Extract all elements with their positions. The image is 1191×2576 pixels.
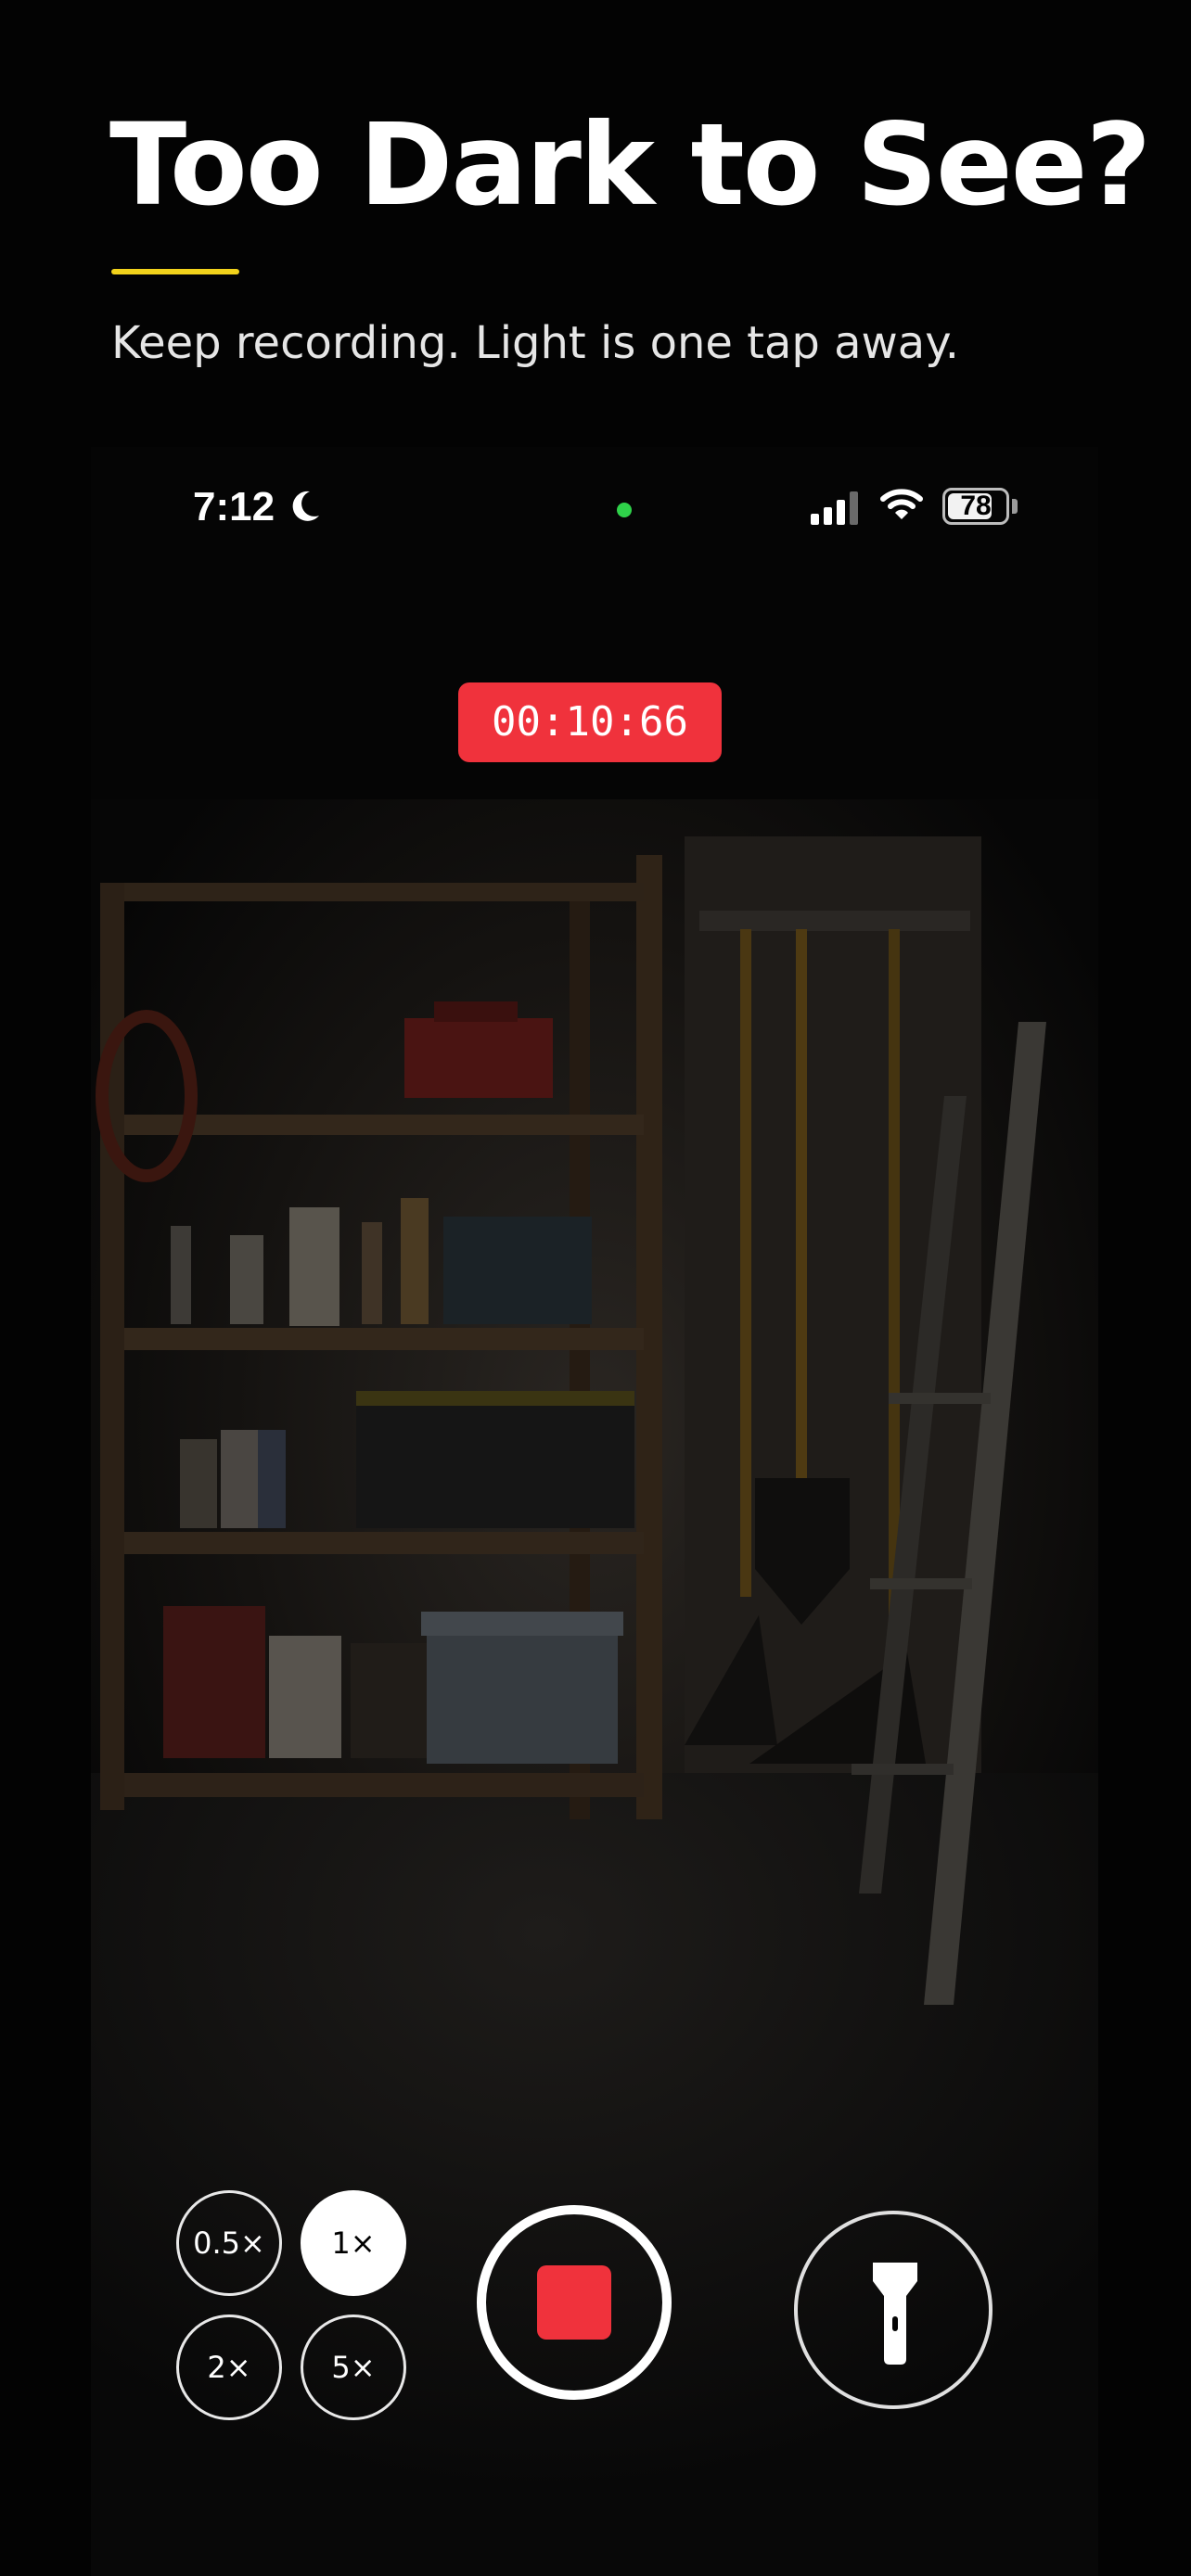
- recording-timer: 00:10:66: [458, 682, 722, 762]
- zoom-5x-button[interactable]: 5×: [301, 2315, 406, 2420]
- camera-in-use-indicator: [617, 503, 632, 517]
- battery-percentage: 78: [960, 491, 992, 521]
- zoom-2x-button[interactable]: 2×: [176, 2315, 282, 2420]
- subheadline: Keep recording. Light is one tap away.: [111, 317, 960, 369]
- moon-icon: [292, 491, 319, 521]
- phone-screen: 7:12 78 00:10:66 0.5× 1× 2× 5×: [91, 447, 1098, 2576]
- stop-recording-button[interactable]: [477, 2205, 672, 2400]
- accent-underline: [111, 269, 239, 274]
- flashlight-icon: [873, 2263, 917, 2365]
- battery-tip: [1012, 499, 1018, 514]
- headline: Too Dark to See?: [109, 99, 1151, 231]
- cellular-signal-icon: [811, 491, 858, 525]
- battery-indicator: 78: [942, 488, 1009, 525]
- zoom-0-5x-button[interactable]: 0.5×: [176, 2190, 282, 2296]
- stop-square-icon: [537, 2265, 611, 2340]
- status-time: 7:12: [193, 484, 275, 529]
- wifi-icon: [880, 489, 923, 519]
- zoom-1x-button[interactable]: 1×: [301, 2190, 406, 2296]
- flashlight-button[interactable]: [794, 2211, 992, 2409]
- promo-page: Too Dark to See? Keep recording. Light i…: [0, 0, 1191, 2576]
